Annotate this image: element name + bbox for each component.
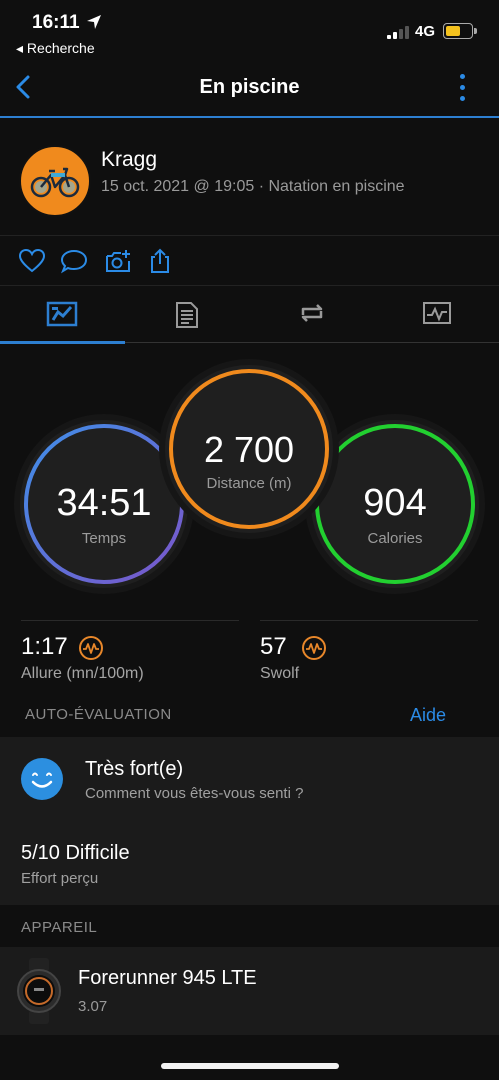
activity-header: Kragg 15 oct. 2021 @ 19:05 · Natation en… [0,120,499,236]
device-title: APPAREIL [21,919,98,936]
swolf-metric: 57 Swolf [260,620,478,690]
tab-bar [0,287,499,344]
pace-info-icon[interactable] [78,635,104,661]
network-type: 4G [415,23,436,40]
effort-row[interactable]: 5/10 Difficile Effort perçu [0,823,499,905]
effort-value: 5/10 Difficile [21,842,130,864]
feel-title: Très fort(e) [85,758,184,780]
location-arrow-icon [87,15,101,29]
distance-value: 2 700 [203,429,295,470]
feel-row[interactable]: Très fort(e) Comment vous êtes-vous sent… [0,737,499,823]
nav-bar: En piscine [0,58,499,118]
pace-label: Allure (mn/100m) [21,665,144,682]
page-title: En piscine [199,76,300,98]
bicycle-icon [30,167,80,198]
tab-stats[interactable] [0,287,125,344]
screen: { "status_bar": { "time": "16:11", "back… [0,0,499,1080]
battery-icon [443,23,477,39]
pace-metric: 1:17 Allure (mn/100m) [21,620,239,690]
swolf-label: Swolf [260,665,300,682]
self-eval-header: AUTO-ÉVALUATION Aide [0,692,499,736]
signal-icon [387,25,409,39]
pace-value: 1:17 [21,633,68,660]
calories-ring: 904 Calories [311,420,479,588]
back-to-app-link[interactable]: ◂ Recherche [16,40,95,57]
time-label: Temps [81,530,127,547]
distance-label: Distance (m) [206,475,292,492]
help-link[interactable]: Aide [410,705,446,726]
watch-icon [17,958,61,1024]
tab-laps[interactable] [250,287,375,343]
comment-icon[interactable] [60,248,88,274]
device-card[interactable]: Forerunner 945 LTE 3.07 [0,947,499,1035]
laps-icon [301,304,323,322]
calories-value: 904 [363,482,427,524]
feel-subtitle: Comment vous êtes-vous senti ? [85,785,304,802]
swolf-info-icon[interactable] [301,635,327,661]
time-value: 34:51 [56,482,152,524]
tab-details[interactable] [125,287,250,343]
chart-icon [422,302,451,324]
distance-ring: 2 700 Distance (m) [165,365,333,533]
activity-meta: 15 oct. 2021 @ 19:05 · Natation en pisci… [101,178,405,195]
athlete-name: Kragg [101,148,158,171]
heart-icon[interactable] [18,248,46,274]
time-ring: 34:51 Temps [20,420,188,588]
calories-label: Calories [367,530,423,547]
self-eval-card: Très fort(e) Comment vous êtes-vous sent… [0,737,499,905]
device-version: 3.07 [78,998,108,1015]
avatar[interactable] [19,145,91,217]
home-indicator[interactable] [161,1063,339,1069]
status-time: 16:11 [32,12,80,33]
add-photo-icon[interactable] [104,248,132,274]
device-header: APPAREIL [0,905,499,949]
swolf-value: 57 [260,633,287,660]
status-bar: 16:11 ◂ Recherche 4G [0,0,499,58]
more-options-icon[interactable] [452,72,472,104]
stats-icon [47,301,78,327]
tab-charts[interactable] [374,287,499,343]
document-icon [176,302,199,328]
action-bar [0,236,499,286]
smiley-icon [21,758,63,800]
share-icon[interactable] [146,248,174,274]
self-eval-title: AUTO-ÉVALUATION [25,706,172,723]
device-name: Forerunner 945 LTE [78,967,257,989]
effort-label: Effort perçu [21,870,99,887]
